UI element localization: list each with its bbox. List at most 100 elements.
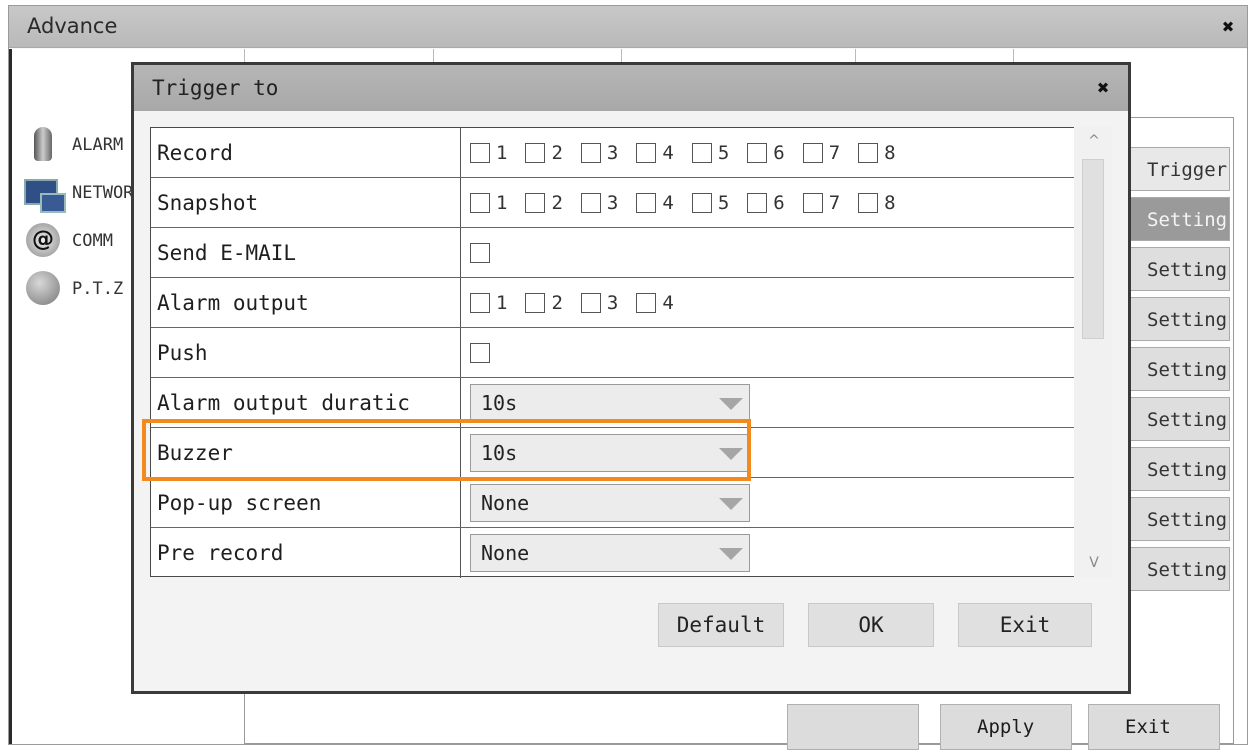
scroll-thumb[interactable]: [1082, 159, 1104, 339]
settings-button[interactable]: Settings: [1128, 247, 1230, 291]
checkbox[interactable]: [525, 192, 546, 213]
checkbox-label: 3: [606, 191, 619, 214]
table-row: Snapshot 1 2 3 4 5 6 7 8: [151, 178, 1089, 228]
settings-button[interactable]: Settings: [1128, 397, 1230, 441]
checkbox-label: 8: [884, 141, 896, 164]
push-checkbox[interactable]: [470, 342, 490, 363]
chevron-down-icon: [719, 397, 743, 410]
settings-button[interactable]: Settings: [1128, 347, 1230, 391]
buzzer-value: 10s: [462, 428, 1089, 477]
buzzer-select[interactable]: 10s: [470, 433, 750, 472]
checkbox[interactable]: [636, 192, 657, 213]
settings-button[interactable]: Settings: [1128, 297, 1230, 341]
bottom-button[interactable]: [787, 704, 919, 750]
pre-record-value: None: [462, 528, 1089, 578]
row-label: Pop-up screen: [151, 478, 461, 527]
snapshot-channels: 1 2 3 4 5 6 7 8: [462, 178, 1089, 227]
checkbox-label: 7: [828, 141, 841, 164]
row-label: Record: [151, 128, 461, 177]
row-label: Alarm output duratic: [151, 378, 461, 427]
checkbox-label: 5: [717, 141, 730, 164]
checkbox[interactable]: [691, 142, 712, 163]
exit-button[interactable]: Exit: [1088, 704, 1220, 750]
settings-button[interactable]: Settings: [1128, 547, 1230, 591]
trigger-button[interactable]: Trigger: [1128, 147, 1230, 191]
table-row: Alarm output duratic 10s: [151, 378, 1089, 428]
chevron-down-icon: [719, 548, 743, 560]
trigger-dialog: Trigger to ✖ Record 1 2 3 4 5 6 7 8 Snap…: [131, 62, 1131, 694]
checkbox-label: 7: [828, 191, 841, 214]
settings-button[interactable]: Settings: [1128, 447, 1230, 491]
checkbox[interactable]: [525, 142, 546, 163]
right-button-column: Trigger Settings Settings Settings Setti…: [1128, 147, 1230, 597]
checkbox-label: 6: [773, 141, 785, 164]
select-value: 10s: [481, 440, 518, 465]
comm-icon: [22, 221, 66, 261]
record-channels: 1 2 3 4 5 6 7 8: [462, 128, 1089, 177]
checkbox[interactable]: [470, 142, 490, 163]
checkbox[interactable]: [470, 192, 490, 213]
select-value: None: [481, 490, 530, 515]
row-label: Pre record: [151, 528, 461, 578]
pre-record-select[interactable]: None: [470, 534, 750, 572]
scroll-down-icon[interactable]: V: [1084, 553, 1104, 573]
checkbox[interactable]: [580, 192, 601, 213]
table-scrollbar[interactable]: ^ V: [1074, 127, 1112, 577]
settings-button[interactable]: Settings: [1128, 197, 1230, 241]
chevron-down-icon: [719, 497, 743, 510]
checkbox[interactable]: [580, 142, 601, 163]
side-item-label: COMM: [72, 231, 113, 251]
checkbox[interactable]: [636, 292, 657, 313]
dialog-titlebar: Trigger to ✖: [134, 65, 1128, 111]
checkbox-label: 4: [662, 291, 674, 314]
row-label: Alarm output: [151, 278, 461, 327]
checkbox[interactable]: [802, 192, 823, 213]
send-email-checkbox[interactable]: [470, 242, 490, 263]
checkbox-label: 6: [773, 191, 785, 214]
ok-button[interactable]: OK: [808, 603, 934, 647]
checkbox-label: 3: [606, 141, 619, 164]
checkbox[interactable]: [802, 142, 823, 163]
checkbox-label: 5: [717, 191, 730, 214]
dialog-title: Trigger to: [152, 76, 279, 100]
checkbox[interactable]: [747, 142, 768, 163]
checkbox[interactable]: [691, 192, 712, 213]
checkbox[interactable]: [636, 142, 657, 163]
row-label: Snapshot: [151, 178, 461, 227]
checkbox-label: 4: [662, 141, 674, 164]
checkbox[interactable]: [470, 292, 490, 313]
settings-button[interactable]: Settings: [1128, 497, 1230, 541]
alarm-output-channels: 1 2 3 4: [462, 278, 1089, 327]
scroll-up-icon[interactable]: ^: [1084, 131, 1104, 151]
checkbox[interactable]: [858, 142, 879, 163]
alarm-icon: [22, 125, 66, 165]
close-icon[interactable]: ✖: [1090, 75, 1116, 101]
apply-button[interactable]: Apply: [940, 704, 1072, 750]
network-icon: [22, 173, 66, 213]
checkbox[interactable]: [525, 292, 546, 313]
checkbox[interactable]: [858, 192, 879, 213]
advance-close-icon[interactable]: ✖: [1215, 14, 1241, 40]
advance-tabs: [244, 49, 1014, 63]
send-email-value: [462, 228, 1089, 277]
row-label: Send E-MAIL: [151, 228, 461, 277]
select-value: 10s: [481, 390, 518, 415]
table-row: Alarm output 1 2 3 4: [151, 278, 1089, 328]
checkbox[interactable]: [747, 192, 768, 213]
default-button[interactable]: Default: [658, 603, 784, 647]
table-row: Record 1 2 3 4 5 6 7 8: [151, 128, 1089, 178]
checkbox-label: 3: [606, 291, 619, 314]
checkbox[interactable]: [580, 292, 601, 313]
row-label: Push: [151, 328, 461, 377]
checkbox-label: 1: [496, 141, 508, 164]
exit-button[interactable]: Exit: [958, 603, 1092, 647]
alarm-duration-select[interactable]: 10s: [470, 383, 750, 422]
table-row: Pre record None: [151, 528, 1089, 578]
side-item-label: ALARM: [72, 135, 124, 155]
select-value: None: [481, 541, 530, 565]
push-value: [462, 328, 1089, 377]
checkbox-label: 2: [551, 291, 563, 314]
popup-screen-select[interactable]: None: [470, 483, 750, 522]
trigger-settings-table: Record 1 2 3 4 5 6 7 8 Snapshot 1 2 3 4 …: [150, 127, 1090, 578]
chevron-down-icon: [719, 447, 743, 460]
